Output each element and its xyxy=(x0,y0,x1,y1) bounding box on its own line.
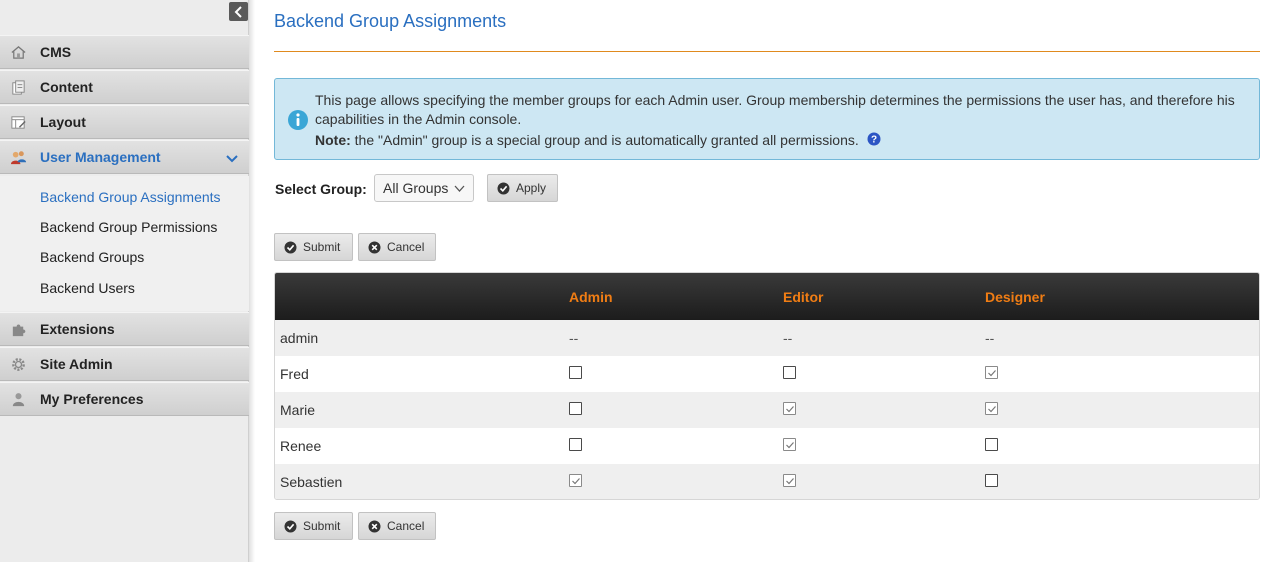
chevron-down-icon xyxy=(226,155,238,163)
gear-icon xyxy=(9,355,27,373)
nav-item-user-management[interactable]: User Management xyxy=(0,140,249,174)
apply-button[interactable]: Apply xyxy=(487,174,558,202)
column-header-designer: Designer xyxy=(985,289,1045,305)
table-header: Admin Editor Designer xyxy=(275,273,1259,320)
info-text: This page allows specifying the member g… xyxy=(315,92,1235,127)
nav-item-content[interactable]: Content xyxy=(0,70,249,104)
checkbox-designer[interactable] xyxy=(985,402,998,415)
chevron-left-icon xyxy=(234,5,242,18)
check-circle-icon xyxy=(284,520,297,532)
checkbox-designer[interactable] xyxy=(985,474,998,487)
sidebar: CMS Content Layout User Management Backe… xyxy=(0,0,249,562)
info-note-text: the "Admin" group is a special group and… xyxy=(354,132,859,148)
help-icon[interactable]: ? xyxy=(867,132,881,146)
user-name: Fred xyxy=(280,366,309,382)
layout-icon xyxy=(9,113,27,131)
nav-label: Site Admin xyxy=(40,356,113,372)
checkmark-icon xyxy=(786,442,794,449)
info-note: Note: the "Admin" group is a special gro… xyxy=(315,131,881,150)
cancel-label: Cancel xyxy=(387,240,425,254)
user-management-submenu: Backend Group Assignments Backend Group … xyxy=(0,176,249,311)
checkmark-icon xyxy=(572,478,580,485)
submenu-item-backend-group-permissions[interactable]: Backend Group Permissions xyxy=(40,219,217,235)
title-divider xyxy=(274,51,1260,52)
nav-item-site-admin[interactable]: Site Admin xyxy=(0,347,249,381)
checkbox-editor[interactable] xyxy=(783,402,796,415)
apply-label: Apply xyxy=(516,181,547,195)
table-row: Fred xyxy=(275,356,1259,392)
checkbox-editor[interactable] xyxy=(783,474,796,487)
content-icon xyxy=(9,78,27,96)
cancel-label: Cancel xyxy=(387,519,425,533)
checkmark-icon xyxy=(988,406,996,413)
checkmark-icon xyxy=(786,406,794,413)
nav-label: My Preferences xyxy=(40,391,144,407)
chevron-down-icon xyxy=(454,185,465,192)
checkbox-admin[interactable] xyxy=(569,438,582,451)
cell-designer-value: -- xyxy=(985,330,995,346)
table-row: Marie xyxy=(275,392,1259,428)
puzzle-icon xyxy=(9,320,27,338)
info-note-label: Note: xyxy=(315,132,351,148)
user-name: Renee xyxy=(280,438,322,454)
submenu-item-backend-groups[interactable]: Backend Groups xyxy=(40,249,144,265)
check-circle-icon xyxy=(284,241,297,253)
close-circle-icon xyxy=(368,241,381,253)
user-name: Marie xyxy=(280,402,316,418)
submenu-item-backend-group-assignments[interactable]: Backend Group Assignments xyxy=(40,189,221,205)
submit-label: Submit xyxy=(303,519,341,533)
cell-editor-value: -- xyxy=(783,330,793,346)
checkbox-designer[interactable] xyxy=(985,438,998,451)
nav-label: Content xyxy=(40,79,93,95)
nav-label: CMS xyxy=(40,44,72,60)
column-header-editor: Editor xyxy=(783,289,824,305)
checkmark-icon xyxy=(988,370,996,377)
checkbox-editor[interactable] xyxy=(783,366,796,379)
group-select[interactable]: All Groups xyxy=(374,174,474,202)
group-select-value: All Groups xyxy=(383,180,449,196)
checkbox-editor[interactable] xyxy=(783,438,796,451)
nav-label: User Management xyxy=(40,149,161,165)
sidebar-shadow xyxy=(249,0,255,562)
nav-item-layout[interactable]: Layout xyxy=(0,105,249,139)
info-icon xyxy=(288,110,308,130)
user-name: Sebastien xyxy=(280,474,343,490)
user-icon xyxy=(9,390,27,408)
nav-item-my-preferences[interactable]: My Preferences xyxy=(0,382,249,416)
submit-button-top[interactable]: Submit xyxy=(274,233,353,261)
group-assignment-table: Admin Editor Designer admin -- -- -- Fred Mar… xyxy=(274,272,1260,500)
users-icon xyxy=(9,148,27,166)
select-group-label: Select Group: xyxy=(275,181,367,197)
checkbox-admin[interactable] xyxy=(569,366,582,379)
svg-text:?: ? xyxy=(871,135,877,146)
collapse-sidebar-button[interactable] xyxy=(229,2,248,21)
checkbox-admin[interactable] xyxy=(569,474,582,487)
checkbox-designer[interactable] xyxy=(985,366,998,379)
nav-item-cms[interactable]: CMS xyxy=(0,35,249,69)
cell-admin-value: -- xyxy=(569,330,579,346)
submit-button-bottom[interactable]: Submit xyxy=(274,512,353,540)
submenu-item-backend-users[interactable]: Backend Users xyxy=(40,280,135,296)
cancel-button-bottom[interactable]: Cancel xyxy=(358,512,436,540)
cancel-button-top[interactable]: Cancel xyxy=(358,233,436,261)
table-row: Renee xyxy=(275,428,1259,464)
nav-item-extensions[interactable]: Extensions xyxy=(0,312,249,346)
nav-label: Layout xyxy=(40,114,86,130)
page-title: Backend Group Assignments xyxy=(274,11,507,31)
column-header-admin: Admin xyxy=(569,289,613,305)
nav-label: Extensions xyxy=(40,321,115,337)
submit-label: Submit xyxy=(303,240,341,254)
info-box: This page allows specifying the member g… xyxy=(274,78,1260,160)
table-row: admin -- -- -- xyxy=(275,320,1259,356)
checkbox-admin[interactable] xyxy=(569,402,582,415)
checkmark-icon xyxy=(786,478,794,485)
close-circle-icon xyxy=(368,520,381,532)
user-name: admin xyxy=(280,330,319,346)
check-circle-icon xyxy=(497,182,510,194)
table-row: Sebastien xyxy=(275,464,1259,499)
home-icon xyxy=(9,43,27,61)
